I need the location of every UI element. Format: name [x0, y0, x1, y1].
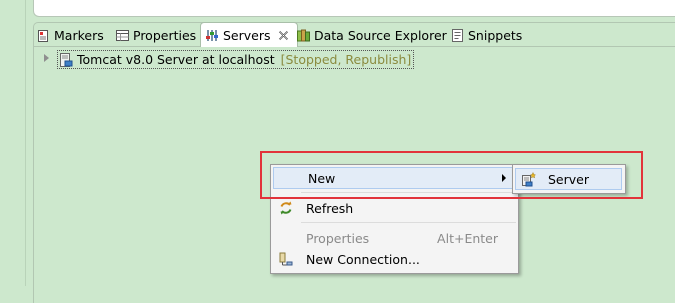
menu-item-new-connection-label: New Connection... [306, 251, 420, 267]
tab-data-source-explorer[interactable]: Data Source Explorer [297, 24, 447, 46]
tab-servers-label: Servers [223, 27, 271, 43]
tab-snippets[interactable]: Snippets [451, 24, 522, 46]
left-panel-divider [25, 0, 26, 286]
menu-item-refresh[interactable]: Refresh [272, 197, 517, 219]
highlight-annotation-box [260, 151, 643, 199]
menu-item-refresh-label: Refresh [306, 200, 354, 216]
server-name: Tomcat v8.0 Server at localhost [77, 52, 275, 67]
markers-icon [37, 29, 50, 42]
tomcat-server-icon [59, 53, 73, 67]
tab-bar-divider [33, 46, 675, 47]
snippets-icon [451, 28, 464, 42]
menu-item-new-connection[interactable]: New Connection... [272, 248, 517, 270]
tab-snippets-label: Snippets [468, 27, 523, 43]
server-tree-item[interactable]: Tomcat v8.0 Server at localhost [Stopped… [57, 50, 415, 69]
servers-icon [206, 29, 219, 42]
properties-icon [116, 29, 129, 42]
close-icon[interactable] [278, 29, 291, 42]
expand-arrow-icon[interactable] [44, 54, 49, 62]
refresh-icon [279, 201, 293, 218]
tab-markers[interactable]: Markers [37, 24, 104, 46]
menu-item-properties-label: Properties [306, 230, 370, 246]
tab-servers[interactable]: Servers [200, 22, 298, 47]
new-connection-icon [279, 252, 293, 269]
menu-item-properties[interactable]: Properties Alt+Enter [272, 227, 517, 249]
server-status: [Stopped, Republish] [280, 52, 412, 67]
menu-item-properties-shortcut: Alt+Enter [437, 230, 498, 246]
tab-markers-label: Markers [54, 27, 104, 43]
tab-data-source-explorer-label: Data Source Explorer [314, 27, 447, 43]
menu-separator [301, 222, 516, 223]
editor-area [33, 0, 675, 17]
tab-properties-label: Properties [133, 27, 197, 43]
data-source-explorer-icon [297, 29, 310, 42]
tab-properties[interactable]: Properties [116, 24, 196, 46]
